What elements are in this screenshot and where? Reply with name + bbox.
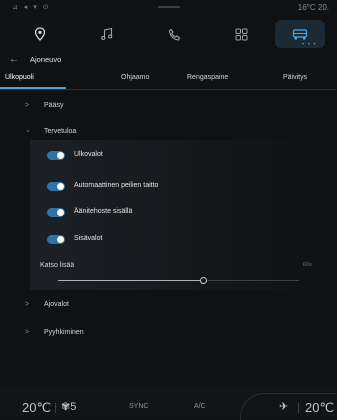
fan-control[interactable]: ✾5 bbox=[61, 400, 76, 413]
seat-heat-icon[interactable]: ✈ bbox=[279, 400, 288, 413]
tab-paivitys[interactable]: Päivitys bbox=[283, 74, 307, 81]
section-pyyhkiminen[interactable]: > Pyyhkiminen bbox=[0, 328, 337, 344]
car-icon bbox=[292, 28, 308, 39]
status-icons: ⊿ ◂ ▾ ⊙ bbox=[12, 4, 51, 11]
status-handle bbox=[158, 6, 180, 8]
toggle-label: Sisävalot bbox=[74, 235, 103, 242]
slider-value: 60s bbox=[303, 262, 312, 268]
tab-ohjaamo[interactable]: Ohjaamo bbox=[121, 74, 149, 81]
phone-icon bbox=[168, 28, 180, 40]
tabs-divider bbox=[0, 89, 337, 90]
nav-apps[interactable] bbox=[216, 20, 266, 48]
tab-bar: Ulkopuoli Ohjaamo Rengaspaine Päivitys bbox=[0, 70, 337, 88]
toggle-label: Ulkovalot bbox=[74, 151, 103, 158]
section-ajovalot[interactable]: > Ajovalot bbox=[0, 300, 337, 316]
apps-icon bbox=[235, 28, 247, 40]
ac-button[interactable]: A/C bbox=[194, 403, 206, 410]
toggle-row-aanitehoste[interactable]: Äänitehoste sisällä bbox=[0, 207, 337, 227]
chevron-right-icon: > bbox=[25, 102, 30, 109]
tab-rengaspaine[interactable]: Rengaspaine bbox=[187, 74, 228, 81]
section-paasy[interactable]: > Pääsy bbox=[0, 101, 337, 117]
divider bbox=[298, 403, 299, 413]
nav-location[interactable] bbox=[15, 20, 65, 48]
status-temperature: 16°C 20. bbox=[297, 3, 329, 12]
chevron-down-icon: ⌄ bbox=[25, 127, 31, 134]
slider-fill bbox=[58, 280, 203, 281]
nav-phone[interactable] bbox=[149, 20, 199, 48]
right-temperature[interactable]: 20℃ bbox=[305, 400, 334, 416]
nav-music[interactable] bbox=[82, 20, 132, 48]
location-icon bbox=[34, 27, 46, 41]
section-label: Pääsy bbox=[44, 102, 64, 109]
toggle-row-ulkovalot[interactable]: Ulkovalot bbox=[0, 150, 337, 170]
nav-page-dots: • • • bbox=[302, 42, 317, 48]
page-header: ← Ajoneuvo bbox=[0, 51, 337, 71]
divider bbox=[55, 403, 56, 413]
slider-label: Katso lisää bbox=[40, 262, 75, 269]
toggle-switch[interactable] bbox=[47, 208, 65, 217]
tab-ulkopuoli[interactable]: Ulkopuoli bbox=[5, 74, 34, 81]
left-temperature[interactable]: 20℃ bbox=[22, 400, 51, 416]
sync-button[interactable]: SYNC bbox=[129, 403, 148, 410]
slider-handle[interactable] bbox=[200, 277, 207, 284]
toggle-switch[interactable] bbox=[47, 151, 65, 160]
toggle-label: Äänitehoste sisällä bbox=[74, 208, 133, 215]
toggle-label: Automaattinen peilien taitto bbox=[74, 182, 159, 189]
section-label: Ajovalot bbox=[44, 301, 69, 308]
top-nav: • • • bbox=[0, 20, 337, 50]
toggle-switch[interactable] bbox=[47, 182, 65, 191]
chevron-right-icon: > bbox=[25, 329, 30, 336]
section-label: Tervetuloa bbox=[44, 128, 77, 135]
toggle-row-peilien-taitto[interactable]: Automaattinen peilien taitto bbox=[0, 181, 337, 201]
toggle-row-sisavalot[interactable]: Sisävalot bbox=[0, 234, 337, 254]
page-title: Ajoneuvo bbox=[30, 55, 62, 64]
back-arrow-icon[interactable]: ← bbox=[9, 54, 19, 65]
status-bar: ⊿ ◂ ▾ ⊙ 16°C 20. bbox=[0, 0, 337, 14]
section-label: Pyyhkiminen bbox=[44, 329, 84, 336]
chevron-right-icon: > bbox=[25, 301, 30, 308]
music-icon bbox=[101, 27, 113, 41]
nav-vehicle[interactable] bbox=[275, 20, 325, 48]
fan-level: 5 bbox=[70, 401, 77, 413]
fan-icon: ✾ bbox=[61, 401, 71, 413]
climate-bar: 20℃ ✾5 SYNC A/C ✈ 20℃ bbox=[0, 387, 337, 420]
toggle-switch[interactable] bbox=[47, 235, 65, 244]
